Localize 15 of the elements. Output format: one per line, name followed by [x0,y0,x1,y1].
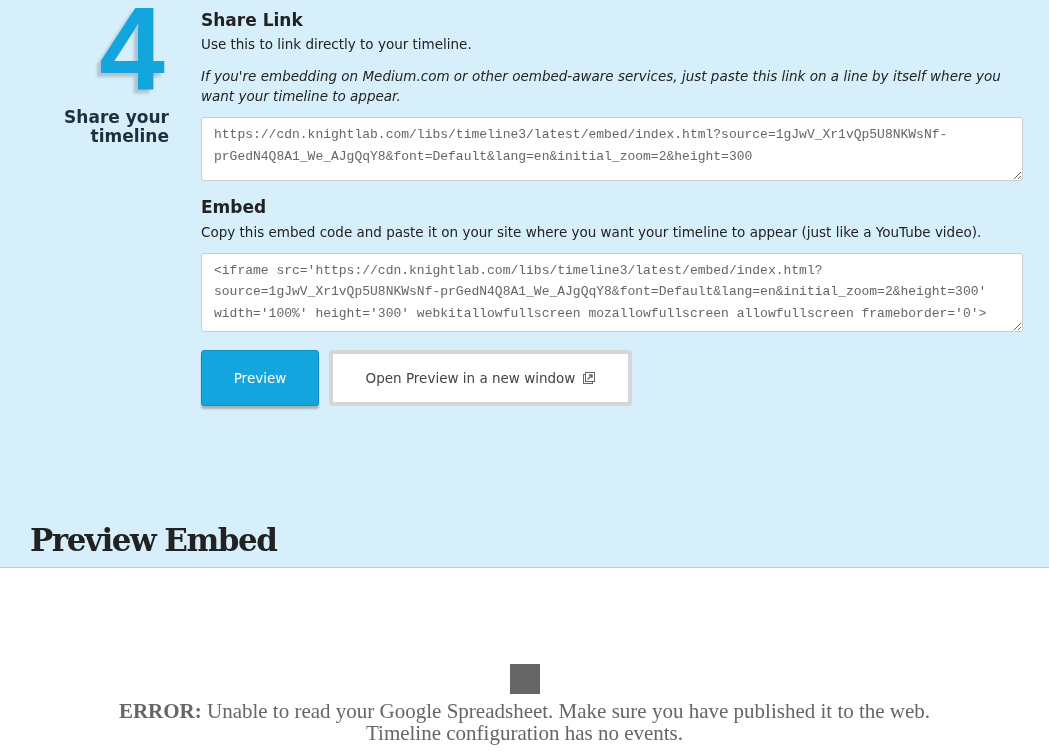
step-title: Share your timeline [63,108,169,146]
note: If you're embedding on Medium.com or other oembed-aware services, just paste this link on a line by itself where you want your timeline to appear. [201,66,1002,106]
error-message: ERROR: Unable to read your Google Spreadsheet. Make sure you have published it to the web. [117,700,932,722]
description: Use this to link directly to your timeline. [201,35,473,55]
external-link-icon [583,371,596,384]
section-title: Preview Embed [30,521,278,559]
step-number: 4 [99,2,165,97]
error-message: Timeline configuration has no events. [365,722,685,744]
loading-icon [509,664,540,694]
section-heading: Embed [201,197,268,218]
open-window-button[interactable]: Open Preview in a new window [329,349,632,406]
share-link-field[interactable]: https://cdn.knightlab.com/libs/timeline3/latest/embed/index.html?source=1gJwV_Xr1vQp5U8NKWsNf-prGedN4Q8A1_We_AJgQqY8&font=Default&lang=en&initial_zoom=2&height=300 [201,117,1023,182]
embed-code-field[interactable]: <iframe src='https://cdn.knightlab.com/libs/timeline3/latest/embed/index.html?source=1gJwV_Xr1vQp5U8NKWsNf-prGedN4Q8A1_We_AJgQqY8&font=Default&lang=en&initial_zoom=2&height=300' width='100%' height='300' webkitallowfullscreen mozallowfullscreen allowfullscreen frameborder='0'> [201,252,1023,332]
description: Copy this embed code and paste it on your site where you want your timeline to appear (just like a YouTube video). [201,222,983,242]
section-heading: Share Link [201,10,304,31]
